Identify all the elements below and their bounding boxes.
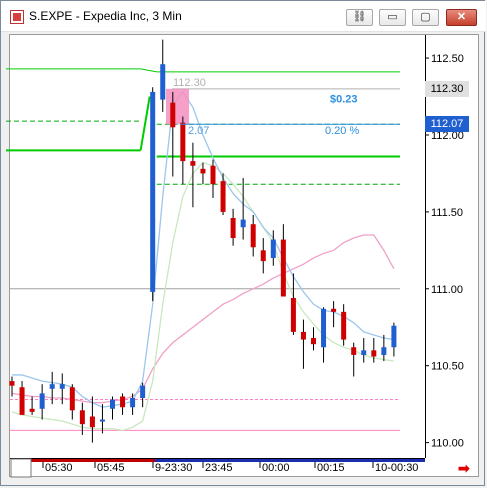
candle-up bbox=[130, 398, 136, 408]
scroll-right-arrow-icon[interactable]: ➡ bbox=[458, 460, 470, 477]
candle-down bbox=[210, 165, 216, 185]
session-bar-pre bbox=[31, 459, 155, 462]
change-dollar-label: $0.23 bbox=[330, 94, 358, 106]
y-tick-label: 111.00 bbox=[431, 284, 463, 296]
candle-up bbox=[110, 399, 115, 409]
y-tick-label: 111.50 bbox=[431, 207, 463, 219]
candle-up bbox=[150, 91, 156, 292]
candle-down bbox=[170, 102, 176, 128]
candle-down bbox=[79, 410, 85, 425]
candle-up bbox=[361, 350, 367, 355]
chart-frame bbox=[9, 34, 479, 477]
candle-down bbox=[9, 381, 15, 386]
candle-down bbox=[69, 387, 75, 411]
candle-down bbox=[290, 298, 296, 332]
candle-down bbox=[89, 416, 95, 428]
candle-down bbox=[120, 396, 126, 408]
candle-up bbox=[99, 419, 105, 422]
candle-up bbox=[160, 64, 166, 100]
session-bar-main bbox=[155, 459, 425, 462]
candle-down bbox=[220, 181, 226, 212]
x-tick-label: 05:45 bbox=[97, 462, 125, 474]
candle-up bbox=[39, 393, 45, 409]
x-tick-label: 05:30 bbox=[45, 462, 73, 474]
x-tick-label: 00:15 bbox=[317, 462, 345, 474]
x-tick-label: 10-00:30 bbox=[375, 462, 418, 474]
change-percent-label: 0.20 % bbox=[325, 125, 359, 137]
y-tick-label: 110.50 bbox=[431, 361, 464, 373]
candle-down bbox=[29, 408, 35, 412]
candle-down bbox=[341, 311, 347, 340]
candle-up bbox=[140, 385, 146, 399]
candle-down bbox=[180, 122, 186, 162]
x-tick-label: 00:00 bbox=[262, 462, 290, 474]
candle-up bbox=[240, 219, 246, 228]
time-axis-box bbox=[10, 458, 32, 478]
candle-up bbox=[270, 239, 276, 259]
candle-down bbox=[371, 350, 377, 357]
candle-up bbox=[321, 308, 327, 348]
candle-up bbox=[59, 384, 65, 389]
candle-down bbox=[300, 331, 306, 340]
candle-up bbox=[391, 325, 397, 348]
y-tick-label: 110.00 bbox=[431, 438, 464, 450]
candle-up bbox=[381, 347, 387, 355]
candle-down bbox=[230, 218, 236, 239]
candle-down bbox=[311, 338, 316, 345]
candle-down bbox=[250, 224, 256, 248]
candle-down bbox=[19, 387, 25, 415]
candle-down bbox=[351, 347, 357, 355]
candle-down bbox=[331, 308, 337, 312]
x-tick-label: 9-23:30 bbox=[155, 462, 192, 474]
current-price-tag: 112.07 bbox=[425, 116, 469, 133]
candle-down bbox=[280, 239, 286, 297]
candle-down bbox=[260, 250, 266, 262]
candle-down bbox=[200, 168, 206, 174]
highlight-box bbox=[166, 88, 189, 125]
y-tick-label: 112.50 bbox=[431, 53, 464, 65]
price-chart[interactable]: 112.50112.00111.50111.00110.50110.0005:3… bbox=[0, 0, 487, 488]
candle-down bbox=[190, 161, 196, 166]
box-price-label-b: 2.07 bbox=[188, 125, 209, 137]
last-price-tag: 112.30 bbox=[425, 80, 469, 97]
box-price-label: 112.30 bbox=[173, 77, 206, 89]
x-tick-label: 23:45 bbox=[205, 462, 233, 474]
candle-up bbox=[49, 384, 55, 389]
